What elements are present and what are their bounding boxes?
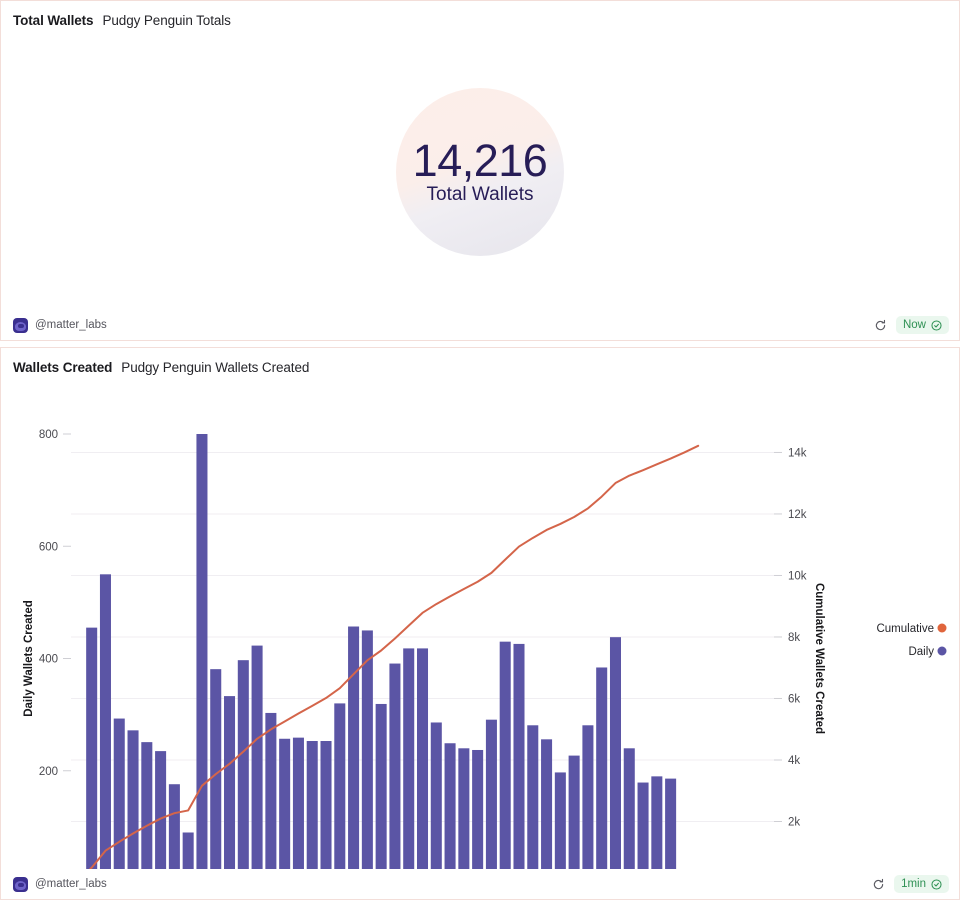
counter-label: Total Wallets xyxy=(426,183,534,205)
bar[interactable] xyxy=(320,741,332,869)
bar[interactable] xyxy=(444,743,456,869)
freshness-badge[interactable]: Now xyxy=(895,316,949,334)
check-circle-icon xyxy=(931,319,942,331)
bar[interactable] xyxy=(182,832,194,869)
total-wallets-title: Total Wallets xyxy=(13,12,94,28)
y2-axis-tick-label: 6k xyxy=(788,693,800,705)
y2-axis-title: Cumulative Wallets Created xyxy=(813,583,825,734)
y-axis-title: Daily Wallets Created xyxy=(23,600,35,717)
legend-label: Daily xyxy=(908,646,934,658)
bar[interactable] xyxy=(513,643,525,869)
bar[interactable] xyxy=(348,626,360,869)
bar[interactable] xyxy=(609,637,621,869)
bar[interactable] xyxy=(141,742,153,869)
total-wallets-body: 14,216 Total Wallets xyxy=(1,39,959,310)
bar[interactable] xyxy=(375,703,387,869)
bar[interactable] xyxy=(651,776,663,869)
bar[interactable] xyxy=(265,712,277,869)
bar[interactable] xyxy=(554,772,566,869)
bar[interactable] xyxy=(637,782,649,869)
bar[interactable] xyxy=(334,703,346,869)
refresh-icon[interactable] xyxy=(873,318,888,333)
wallets-created-header: Wallets Created Pudgy Penguin Wallets Cr… xyxy=(1,348,959,386)
bar[interactable] xyxy=(99,574,111,869)
bar[interactable] xyxy=(430,722,442,869)
bar[interactable] xyxy=(210,669,222,869)
footer-right-total: Now xyxy=(873,316,949,334)
bar[interactable] xyxy=(279,738,291,869)
bar[interactable] xyxy=(403,648,415,869)
total-wallets-header: Total Wallets Pudgy Penguin Totals xyxy=(1,1,959,39)
bar[interactable] xyxy=(127,730,139,869)
bar[interactable] xyxy=(499,641,511,869)
bar[interactable] xyxy=(623,748,635,869)
refresh-icon[interactable] xyxy=(871,877,886,892)
total-wallets-subtitle: Pudgy Penguin Totals xyxy=(102,12,231,28)
bar[interactable] xyxy=(306,741,318,869)
bar[interactable] xyxy=(86,627,98,869)
total-wallets-panel: Total Wallets Pudgy Penguin Totals 14,21… xyxy=(0,0,960,341)
counter-circle: 14,216 Total Wallets xyxy=(396,87,564,256)
bar[interactable] xyxy=(416,648,429,869)
counter-wrap: 14,216 Total Wallets xyxy=(1,39,959,310)
matter-labs-avatar-icon xyxy=(13,317,28,333)
counter-value: 14,216 xyxy=(412,134,548,186)
bar[interactable] xyxy=(196,434,208,869)
y2-axis-tick-label: 12k xyxy=(788,509,807,521)
wallets-created-subtitle: Pudgy Penguin Wallets Created xyxy=(121,359,310,375)
bar[interactable] xyxy=(292,737,304,869)
author-handle: @matter_labs xyxy=(35,319,107,331)
author-total[interactable]: @matter_labs xyxy=(13,317,107,333)
dashboard-page: Total Wallets Pudgy Penguin Totals 14,21… xyxy=(0,0,960,900)
footer-right-chart: 1min xyxy=(871,875,949,893)
bar[interactable] xyxy=(155,751,167,869)
y-axis-tick-label: 400 xyxy=(39,654,58,666)
freshness-badge[interactable]: 1min xyxy=(894,875,949,893)
y2-axis-tick-label: 10k xyxy=(788,570,807,582)
y2-axis-tick-label: 14k xyxy=(788,447,807,459)
bar[interactable] xyxy=(582,725,594,869)
legend-swatch[interactable] xyxy=(937,646,947,656)
matter-labs-avatar-icon xyxy=(13,876,28,892)
bar[interactable] xyxy=(113,718,125,869)
wallets-created-chart[interactable]: 020040060080002k4k6k8k10k12k14kSep 20thS… xyxy=(1,386,959,869)
freshness-label: 1min xyxy=(901,878,926,890)
bar[interactable] xyxy=(361,630,373,869)
y2-axis-tick-label: 4k xyxy=(788,755,800,767)
author-chart[interactable]: @matter_labs xyxy=(13,876,107,892)
bar[interactable] xyxy=(568,755,580,869)
wallets-created-body: une 020040060080002k4k6k8k10k12k14kSep 2… xyxy=(1,386,959,869)
bar[interactable] xyxy=(472,749,484,869)
y2-axis-tick-label: 2k xyxy=(788,816,800,828)
total-wallets-footer: @matter_labs Now xyxy=(1,310,959,340)
y-axis-tick-label: 600 xyxy=(39,541,58,553)
author-handle: @matter_labs xyxy=(35,878,107,890)
bar[interactable] xyxy=(389,663,401,869)
bar[interactable] xyxy=(527,725,539,869)
legend-swatch[interactable] xyxy=(937,623,947,633)
bar[interactable] xyxy=(458,748,470,869)
wallets-created-panel: Wallets Created Pudgy Penguin Wallets Cr… xyxy=(0,347,960,900)
wallets-created-footer: @matter_labs 1min xyxy=(1,869,959,899)
chart-area: 020040060080002k4k6k8k10k12k14kSep 20thS… xyxy=(1,386,959,869)
bar[interactable] xyxy=(665,778,677,869)
bar[interactable] xyxy=(541,739,553,869)
legend-label: Cumulative xyxy=(876,623,934,635)
freshness-label: Now xyxy=(902,319,926,331)
bar[interactable] xyxy=(168,784,180,869)
bar[interactable] xyxy=(224,696,236,869)
check-circle-icon xyxy=(931,878,942,890)
chart-legend: Cumulative Daily xyxy=(876,623,947,658)
y2-axis-tick-label: 8k xyxy=(788,632,800,644)
bar[interactable] xyxy=(596,667,608,869)
y-axis-tick-label: 200 xyxy=(39,766,58,778)
bar[interactable] xyxy=(485,719,497,869)
bar[interactable] xyxy=(251,645,263,869)
bar[interactable] xyxy=(237,660,249,869)
wallets-created-title: Wallets Created xyxy=(13,359,113,375)
y-axis-tick-label: 800 xyxy=(39,429,58,441)
